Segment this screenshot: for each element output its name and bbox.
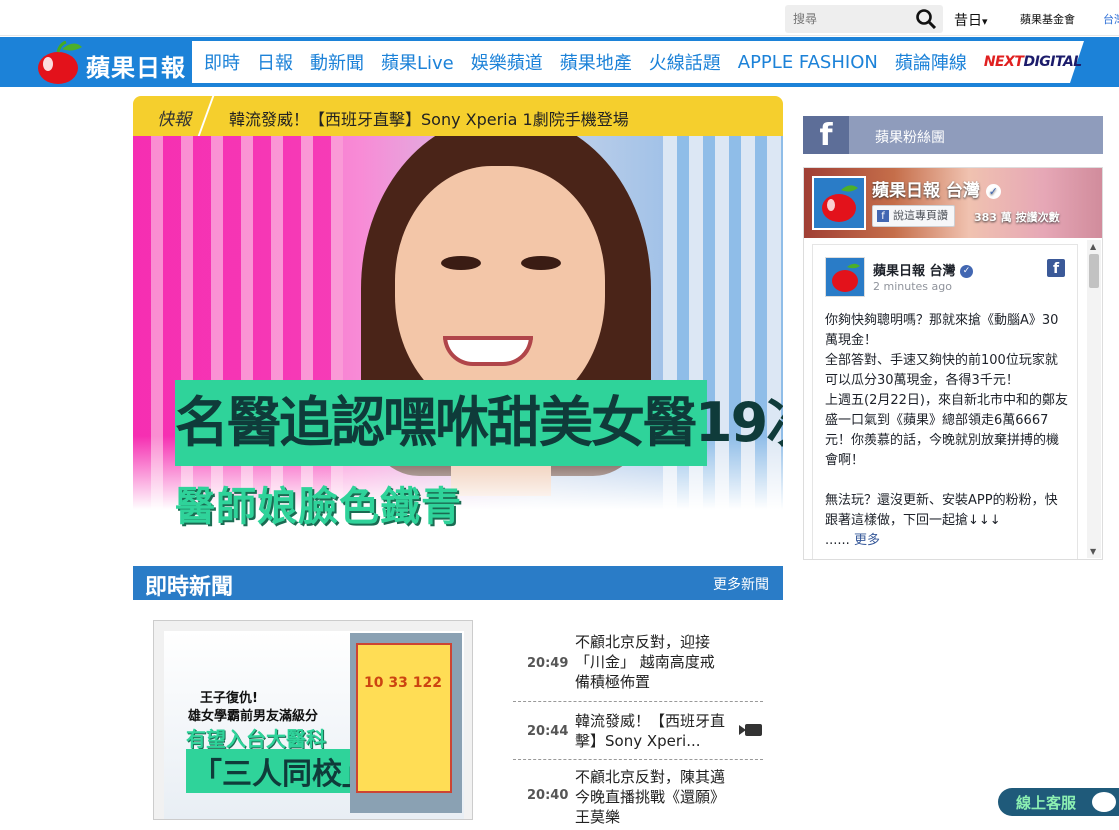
breaking-tag: 快報 [157,110,191,130]
nav-item-hot-topics[interactable]: 火線話題 [649,49,721,75]
fb-page-avatar[interactable] [812,176,866,230]
post-text: 你夠快夠聰明嗎？那就來搶《動腦A》30萬現金！ 全部答對、手速又夠快的前100位… [825,313,1068,548]
section-title: 即時新聞 [145,575,234,600]
thumb-sign-text: 10 33 122 [364,675,442,691]
news-title[interactable]: 不顧北京反對，陳其邁今晚直播挑戰《還願》 王莫樂 [575,767,725,827]
fb-scrollbar[interactable]: ▲ ▼ [1087,240,1101,558]
list-item[interactable]: 20:40 不顧北京反對，陳其邁今晚直播挑戰《還願》 王莫樂 [513,760,763,830]
thumb-caption-line: 有望入台大醫科 [186,727,326,751]
news-title[interactable]: 不顧北京反對，迎接「川金」 越南高度戒備積極佈置 [575,632,725,692]
facebook-page-widget: 蘋果日報 台灣 ✓ f 說這專頁讚 383 萬 按讚次數 蘋果日報 台灣 ✓ 2 … [803,167,1103,560]
post-body: 你夠快夠聰明嗎？那就來搶《動腦A》30萬現金！ 全部答對、手速又夠快的前100位… [825,311,1069,551]
news-list: 20:49 不顧北京反對，迎接「川金」 越南高度戒備積極佈置 20:44 韓流發… [513,632,763,830]
facebook-fans-header: f 蘋果粉絲團 [803,116,1103,154]
site-logo[interactable]: 蘋果日報 [32,39,192,85]
nav-item-animated-news[interactable]: 動新聞 [310,49,364,75]
chevron-down-icon: ▾ [982,15,988,28]
search-icon[interactable] [915,9,937,29]
fb-fan-count: 383 萬 按讚次數 [974,211,1060,224]
news-time: 20:44 [527,724,569,739]
nav-item-daily[interactable]: 日報 [257,49,293,75]
facebook-icon: f [803,116,849,154]
list-item[interactable]: 20:49 不顧北京反對，迎接「川金」 越南高度戒備積極佈置 [513,632,763,702]
fb-like-page-button[interactable]: f 說這專頁讚 [872,205,955,227]
online-support-button[interactable]: 線上客服 [998,788,1119,816]
foundation-link[interactable]: 蘋果基金會 [1020,11,1075,27]
apple-logo-icon [38,41,82,84]
hero-person-eye [521,256,561,270]
divider [197,96,215,136]
next-digital-logo[interactable]: NEXTDIGITAL [984,54,1082,70]
post-author[interactable]: 蘋果日報 台灣 ✓ [873,260,974,279]
fb-page-name[interactable]: 蘋果日報 台灣 ✓ [872,176,1001,201]
hero-headline: 名醫追認嘿咻甜美女醫19次 [175,380,783,466]
edge-link[interactable]: 台灣 [1103,11,1119,27]
post-timestamp[interactable]: 2 minutes ago [873,280,952,293]
fans-title: 蘋果粉絲團 [875,130,945,146]
post-author-avatar[interactable] [825,257,865,297]
scroll-down-icon[interactable]: ▼ [1090,547,1096,556]
nav-item-entertainment[interactable]: 娛樂蘋道 [471,49,543,75]
scroll-up-icon[interactable]: ▲ [1090,242,1096,251]
search-input[interactable] [785,5,905,33]
archive-dropdown[interactable]: 昔日▾ [954,10,988,30]
more-news-link[interactable]: 更多新聞 [713,574,769,594]
scrollbar-thumb[interactable] [1089,254,1099,288]
thumb-caption-line: 王子復仇! [200,691,258,706]
hero-person-eye [441,256,481,270]
nav-item-fashion[interactable]: APPLE FASHION [738,52,878,73]
nav-menu: 即時 日報 動新聞 蘋果Live 娛樂蘋道 蘋果地產 火線話題 APPLE FA… [204,37,1082,87]
news-title[interactable]: 韓流發威！【西班牙直擊】Sony Xperi... [575,711,725,751]
facebook-icon[interactable]: f [1047,259,1065,277]
verified-icon: ✓ [985,183,1001,199]
hero-subheadline: 醫師娘臉色鐵青 [175,484,462,528]
nav-item-property[interactable]: 蘋果地產 [560,49,632,75]
news-time: 20:49 [527,656,569,671]
realtime-news-header: 即時新聞 更多新聞 [133,566,783,600]
archive-label: 昔日 [954,13,982,29]
nav-item-opinion[interactable]: 蘋論陣線 [895,49,967,75]
support-label: 線上客服 [1016,794,1077,812]
chat-bubble-icon [1092,792,1116,812]
fb-post: 蘋果日報 台灣 ✓ 2 minutes ago f 你夠快夠聰明嗎？那就來搶《動… [812,244,1078,559]
nav-item-live[interactable]: 蘋果Live [381,49,454,75]
apple-logo-icon [814,178,864,228]
nav-item-realtime[interactable]: 即時 [204,49,240,75]
main-navbar: 蘋果日報 即時 日報 動新聞 蘋果Live 娛樂蘋道 蘋果地產 火線話題 APP… [0,37,1119,87]
breaking-headline[interactable]: 韓流發威！【西班牙直擊】Sony Xperia 1劇院手機登場 [229,106,629,130]
hero-person-face [395,166,605,416]
thumb-caption-line: 雄女學霸前男友滿級分 [188,709,319,724]
facebook-icon: f [877,210,889,222]
brand-name: 蘋果日報 [86,54,186,82]
video-icon [739,724,762,736]
verified-icon: ✓ [960,265,974,278]
breaking-news-bar[interactable]: 快報 韓流發威！【西班牙直擊】Sony Xperia 1劇院手機登場 [133,96,783,136]
top-utility-bar: 昔日▾ 蘋果基金會 台灣 [0,0,1119,36]
thumb-sign: 10 33 122 [356,643,452,793]
hero-video-frame[interactable]: 名醫追認嘿咻甜美女醫19次 醫師娘臉色鐵青 [133,136,783,528]
see-more-link[interactable]: 更多 [854,533,880,548]
list-item[interactable]: 20:44 韓流發威！【西班牙直擊】Sony Xperi... [513,702,763,760]
featured-news-thumbnail[interactable]: 王子復仇! 雄女學霸前男友滿級分 有望入台大醫科 「三人同校」 10 33 12… [153,620,473,820]
fb-cover: 蘋果日報 台灣 ✓ f 說這專頁讚 383 萬 按讚次數 [804,168,1102,238]
search-box [785,5,943,33]
apple-logo-icon [826,258,864,296]
news-time: 20:40 [527,788,569,803]
